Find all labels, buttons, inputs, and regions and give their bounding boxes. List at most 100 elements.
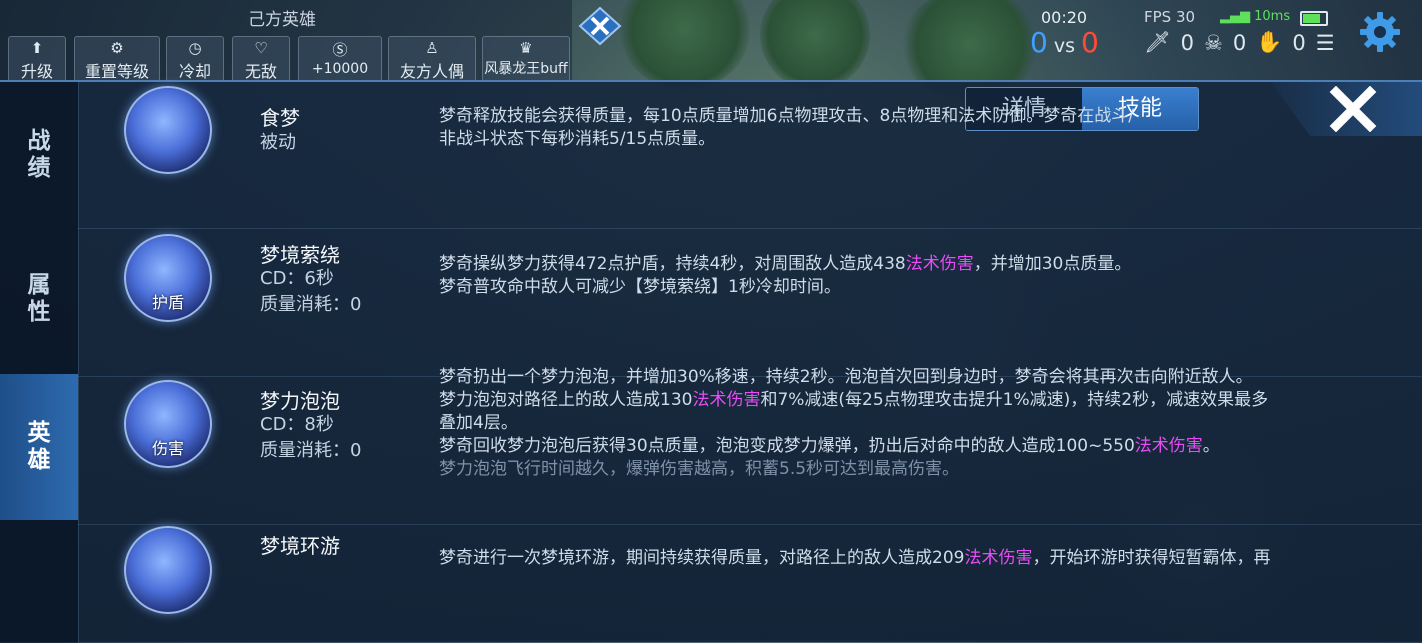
skill-meta: CD：8秒质量消耗：0 (260, 412, 361, 464)
magic-damage-keyword: 法术伤害 (964, 548, 1033, 568)
skull-icon: ☠ (1204, 30, 1223, 55)
cheat-button-6[interactable]: ♛ 风暴龙王buff (482, 36, 570, 82)
ally-hero-cheat-panel: 己方英雄 ⬆ 升级 ⚙ 重置等级 ◷ 冷却 ♡ 无敌 Ⓢ +10000 ♙ 友方人偶 ♛ 风暴龙王buff (0, 0, 572, 82)
cheat-panel-title: 己方英雄 (248, 10, 316, 30)
cheat-button-label: 风暴龙王buff (484, 61, 568, 77)
cheat-button-2[interactable]: ◷ 冷却 (166, 36, 224, 82)
description-line: 梦奇释放技能会获得质量，每10点质量增加6点物理攻击、8点物理和法术防御。梦奇在… (439, 105, 1399, 128)
skill-meta-line: 质量消耗：0 (260, 440, 362, 461)
sidebar-tab-attributes[interactable]: 属性 (0, 272, 78, 332)
magic-damage-keyword: 法术伤害 (905, 254, 974, 274)
skill-meta-line: CD：6秒 (260, 268, 334, 289)
cheat-button-5[interactable]: ♙ 友方人偶 (388, 36, 476, 82)
cheat-button-3[interactable]: ♡ 无敌 (232, 36, 290, 82)
skill-row: 伤害 梦力泡泡 CD：8秒质量消耗：0 梦奇扔出一个梦力泡泡，并增加30%移速，持续2… (78, 367, 1422, 525)
vs-label: vs (1053, 35, 1075, 57)
sidebar-tab-label: 英雄 (27, 420, 51, 473)
skill-row: 食梦 被动 梦奇释放技能会获得质量，每10点质量增加6点物理攻击、8点物理和法术防御… (78, 82, 1422, 229)
description-line: 梦力泡泡对路径上的敌人造成130法术伤害和7%减速(每25点物理攻击提升1%减速… (439, 389, 1399, 412)
description-line: 梦奇扔出一个梦力泡泡，并增加30%移速，持续2秒。泡泡首次回到身边时，梦奇会将其… (439, 366, 1399, 389)
description-text: ，并增加30点质量。 (973, 254, 1132, 274)
description-text: 。 (1202, 436, 1220, 456)
team-score: 0 vs 0 (1030, 26, 1099, 59)
description-text: 梦奇操纵梦力获得472点护盾，持续4秒，对周围敌人造成438 (439, 254, 906, 274)
description-line: 梦奇操纵梦力获得472点护盾，持续4秒，对周围敌人造成438法术伤害，并增加30… (439, 253, 1399, 276)
heart-icon: ♡ (254, 39, 268, 57)
hand-icon: ✋ (1256, 30, 1283, 54)
sword-icon: 🗡 (1144, 30, 1171, 54)
sidebar-tab-hero[interactable]: 英雄 (0, 374, 78, 520)
battery-icon (1300, 11, 1328, 26)
description-line: 梦奇进行一次梦境环游，期间持续获得质量，对路径上的敌人造成209法术伤害，开始环… (439, 547, 1399, 570)
description-text: 梦奇释放技能会获得质量，每10点质量增加6点物理攻击、8点物理和法术防御。梦奇在… (439, 106, 1134, 126)
skill-name: 梦境环游 (260, 534, 340, 558)
hero-info-panel: 战绩 属性 英雄 详情 技能 食梦 被动 梦奇释放技能会获得质量，每10点质量增加6… (0, 80, 1422, 643)
skill-name: 梦力泡泡 (260, 389, 340, 413)
skill-meta-line: CD：8秒 (260, 414, 334, 435)
description-text: 梦奇扔出一个梦力泡泡，并增加30%移速，持续2秒。泡泡首次回到身边时，梦奇会将其… (439, 367, 1253, 387)
sidebar: 战绩 属性 英雄 (0, 82, 79, 642)
deaths-value: 0 (1232, 30, 1247, 55)
cheat-button-0[interactable]: ⬆ 升级 (8, 36, 66, 82)
description-text: 和7%减速(每25点物理攻击提升1%减速)，持续2秒，减速效果最多 (760, 390, 1269, 410)
description-line: 梦奇普攻命中敌人可减少【梦境萦绕】1秒冷却时间。 (439, 276, 1399, 299)
sidebar-tab-label: 属性 (27, 272, 51, 325)
kills-value: 0 (1180, 30, 1195, 55)
clock-icon: ◷ (188, 39, 202, 57)
skill-description: 梦奇操纵梦力获得472点护盾，持续4秒，对周围敌人造成438法术伤害，并增加30… (439, 253, 1399, 299)
skill-meta: 被动 (260, 130, 296, 156)
cheat-button-label: 冷却 (178, 62, 211, 81)
description-line: 梦力泡泡飞行时间越久，爆弹伤害越高，积蓄5.5秒可达到最高伤害。 (439, 458, 1399, 481)
skill-description: 梦奇进行一次梦境环游，期间持续获得质量，对路径上的敌人造成209法术伤害，开始环… (439, 547, 1399, 570)
fps-indicator: FPS 30 (1144, 8, 1196, 26)
skill-icon[interactable]: 护盾 (124, 234, 212, 322)
match-timer: 00:20 (1041, 8, 1088, 27)
skill-row: 护盾 梦境萦绕 CD：6秒质量消耗：0 梦奇操纵梦力获得472点护盾，持续4秒，对周围… (78, 228, 1422, 377)
skill-tag: 伤害 (151, 439, 184, 458)
description-line: 梦奇回收梦力泡泡后获得30点质量，泡泡变成梦力爆弹，扔出后对命中的敌人造成100… (439, 435, 1399, 458)
description-text: 梦奇进行一次梦境环游，期间持续获得质量，对路径上的敌人造成209 (439, 548, 965, 568)
magic-damage-keyword: 法术伤害 (692, 390, 761, 410)
signal-icon: ▂▄▆ (1220, 9, 1255, 24)
cheat-button-4[interactable]: Ⓢ +10000 (298, 36, 382, 82)
coin-icon: Ⓢ (332, 41, 348, 59)
settings-gear-icon[interactable] (1358, 10, 1402, 54)
description-line: 叠加4层。 (439, 412, 1399, 435)
gear-icon: ⚙ (110, 39, 124, 57)
skill-icon[interactable]: 伤害 (124, 380, 212, 468)
skill-name: 食梦 (260, 106, 300, 130)
description-text: 梦力泡泡飞行时间越久，爆弹伤害越高，积蓄5.5秒可达到最高伤害。 (439, 459, 960, 479)
description-text: 叠加4层。 (439, 413, 518, 433)
cheat-button-label: 无敌 (244, 62, 277, 81)
skill-icon[interactable] (124, 526, 212, 614)
cheat-button-label: 友方人偶 (399, 62, 464, 81)
ping-value: 10ms (1254, 9, 1291, 24)
description-text: 梦力泡泡对路径上的敌人造成130 (439, 390, 693, 410)
sidebar-tab-stats[interactable]: 战绩 (0, 128, 78, 188)
skill-description: 梦奇扔出一个梦力泡泡，并增加30%移速，持续2秒。泡泡首次回到身边时，梦奇会将其… (439, 366, 1399, 481)
list-icon: ☰ (1315, 30, 1335, 55)
cheat-button-label: 重置等级 (84, 62, 149, 81)
skill-meta-line: 质量消耗：0 (260, 294, 362, 315)
magic-damage-keyword: 法术伤害 (1134, 436, 1203, 456)
red-score: 0 (1080, 26, 1099, 59)
cheat-button-label: +10000 (311, 61, 369, 77)
ping-indicator: ▂▄▆ 10ms (1220, 9, 1290, 24)
description-text: 梦奇回收梦力泡泡后获得30点质量，泡泡变成梦力爆弹，扔出后对命中的敌人造成100… (439, 436, 1135, 456)
description-text: ，开始环游时获得短暂霸体，再 (1032, 548, 1271, 568)
puppet-icon: ♙ (425, 39, 439, 57)
skill-meta-line: 被动 (260, 132, 296, 153)
cheat-button-1[interactable]: ⚙ 重置等级 (74, 36, 160, 82)
description-text: 非战斗状态下每秒消耗5/15点质量。 (439, 129, 716, 149)
arrow-up-icon: ⬆ (30, 39, 44, 57)
skill-name: 梦境萦绕 (260, 243, 340, 267)
skill-row: 梦境环游梦奇进行一次梦境环游，期间持续获得质量，对路径上的敌人造成209法术伤害… (78, 524, 1422, 643)
description-line: 非战斗状态下每秒消耗5/15点质量。 (439, 128, 1399, 151)
dragon-icon: ♛ (519, 39, 533, 57)
blue-score: 0 (1030, 26, 1048, 59)
skill-tag: 护盾 (151, 293, 184, 312)
skill-icon[interactable] (124, 86, 212, 174)
close-x-icon[interactable] (578, 6, 622, 46)
kda-stats[interactable]: 🗡 0 ☠ 0 ✋ 0 ☰ (1144, 30, 1335, 55)
sidebar-tab-label: 战绩 (27, 128, 51, 181)
